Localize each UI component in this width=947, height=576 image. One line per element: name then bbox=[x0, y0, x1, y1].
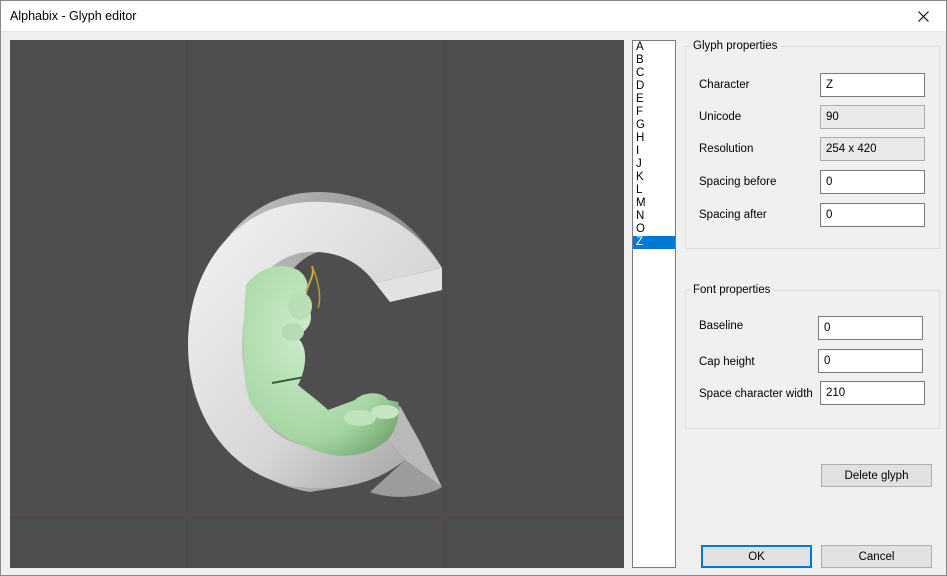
spacing-before-field[interactable]: 0 bbox=[820, 170, 925, 194]
delete-glyph-button[interactable]: Delete glyph bbox=[821, 464, 932, 487]
glyph-list-item[interactable]: G bbox=[633, 119, 675, 132]
glyph-list-item[interactable]: I bbox=[633, 145, 675, 158]
space-width-label: Space character width bbox=[699, 388, 813, 400]
baseline-field[interactable]: 0 bbox=[818, 316, 923, 340]
title-bar: Alphabix - Glyph editor bbox=[1, 1, 946, 32]
resolution-label: Resolution bbox=[699, 143, 754, 155]
glyph-list-item[interactable]: H bbox=[633, 132, 675, 145]
close-button[interactable] bbox=[900, 1, 946, 32]
close-icon bbox=[917, 11, 929, 22]
font-properties-title: Font properties bbox=[690, 284, 774, 296]
spacing-after-field[interactable]: 0 bbox=[820, 203, 925, 227]
ok-button[interactable]: OK bbox=[701, 545, 812, 568]
unicode-label: Unicode bbox=[699, 111, 742, 123]
baseline-label: Baseline bbox=[699, 320, 744, 332]
spacing-after-label: Spacing after bbox=[699, 209, 767, 221]
cap-height-label: Cap height bbox=[699, 356, 755, 368]
glyph-list-item[interactable]: F bbox=[633, 106, 675, 119]
window-title: Alphabix - Glyph editor bbox=[10, 9, 137, 23]
glyph-list-item[interactable]: B bbox=[633, 54, 675, 67]
glyph-editor-window: Alphabix - Glyph editor A B C D E F G H … bbox=[0, 0, 947, 576]
glyph-image bbox=[188, 192, 442, 497]
glyph-list-item[interactable]: N bbox=[633, 210, 675, 223]
glyph-list-item-selected[interactable]: Z bbox=[633, 236, 675, 249]
character-field[interactable]: Z bbox=[820, 73, 925, 97]
glyph-properties-title: Glyph properties bbox=[690, 40, 781, 52]
right-guide-line[interactable] bbox=[445, 40, 446, 568]
glyph-preview-canvas[interactable] bbox=[10, 40, 624, 568]
resolution-field: 254 x 420 bbox=[820, 137, 925, 161]
glyph-list-item[interactable]: L bbox=[633, 184, 675, 197]
glyph-list-item[interactable]: D bbox=[633, 80, 675, 93]
glyph-list-item[interactable]: E bbox=[633, 93, 675, 106]
space-width-field[interactable]: 210 bbox=[820, 381, 925, 405]
glyph-list[interactable]: A B C D E F G H I J K L M N O Z bbox=[632, 40, 676, 568]
glyph-list-item[interactable]: K bbox=[633, 171, 675, 184]
character-label: Character bbox=[699, 79, 750, 91]
baseline-guide-line[interactable] bbox=[10, 517, 624, 518]
glyph-list-item[interactable]: C bbox=[633, 67, 675, 80]
cap-height-field[interactable]: 0 bbox=[818, 349, 923, 373]
glyph-list-item[interactable]: J bbox=[633, 158, 675, 171]
left-guide-line[interactable] bbox=[187, 40, 188, 568]
glyph-list-item[interactable]: A bbox=[633, 41, 675, 54]
cancel-button[interactable]: Cancel bbox=[821, 545, 932, 568]
unicode-field: 90 bbox=[820, 105, 925, 129]
glyph-list-item[interactable]: O bbox=[633, 223, 675, 236]
spacing-before-label: Spacing before bbox=[699, 176, 777, 188]
glyph-list-item[interactable]: M bbox=[633, 197, 675, 210]
